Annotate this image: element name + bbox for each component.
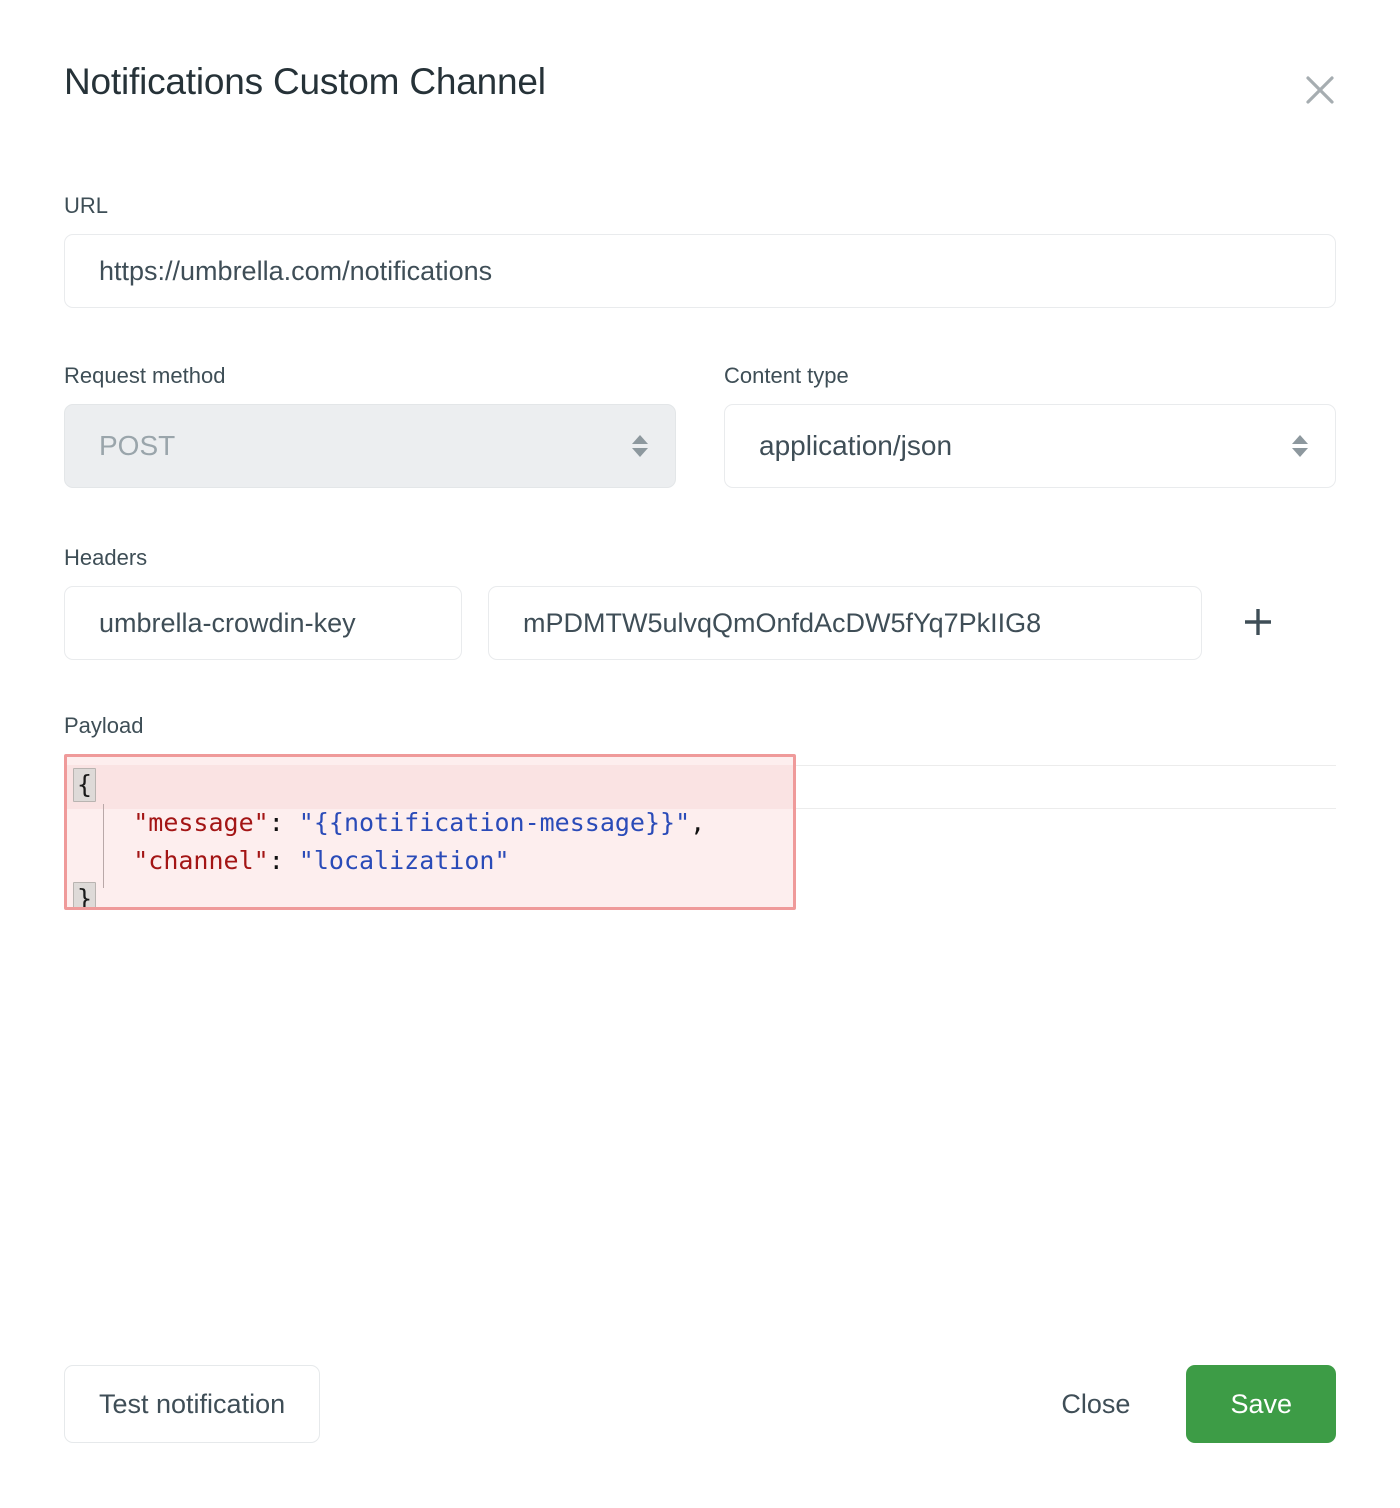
close-brace: } (73, 882, 96, 910)
payload-editor[interactable]: { "message": "{{notification-message}}",… (64, 754, 1336, 924)
close-icon (1303, 73, 1337, 107)
method-and-contenttype-row: Request method POST Content type applica… (64, 362, 1336, 488)
header-row (64, 586, 1336, 660)
payload-error-highlight[interactable]: { "message": "{{notification-message}}",… (64, 754, 796, 910)
payload-label: Payload (64, 712, 1336, 740)
content-type-select-wrap: application/json (724, 404, 1336, 488)
code-line-4: } (73, 880, 793, 910)
json-colon: : (269, 808, 299, 837)
code-line-3: "channel": "localization" (73, 842, 793, 880)
notifications-custom-channel-dialog: Notifications Custom Channel URL Request… (0, 0, 1400, 1508)
dialog-form: URL Request method POST Content type app… (64, 192, 1336, 924)
page-title: Notifications Custom Channel (64, 60, 1336, 104)
content-type-select[interactable]: application/json (724, 404, 1336, 488)
close-dialog-button[interactable]: Close (1035, 1365, 1156, 1443)
dialog-header: Notifications Custom Channel (64, 60, 1336, 132)
json-value: "localization" (299, 846, 510, 875)
url-input[interactable] (64, 234, 1336, 308)
json-comma: , (690, 808, 705, 837)
json-value: "{{notification-message}}" (299, 808, 690, 837)
add-header-button[interactable] (1234, 599, 1282, 647)
headers-label: Headers (64, 544, 1336, 572)
content-type-label: Content type (724, 362, 1336, 390)
payload-group: Payload { "message": "{{notification-mes… (64, 712, 1336, 924)
close-button[interactable] (1298, 68, 1342, 112)
headers-group: Headers (64, 544, 1336, 660)
code-line-2: "message": "{{notification-message}}", (73, 804, 793, 842)
json-colon: : (269, 846, 299, 875)
request-method-label: Request method (64, 362, 676, 390)
request-method-group: Request method POST (64, 362, 676, 488)
content-type-group: Content type application/json (724, 362, 1336, 488)
payload-code[interactable]: { "message": "{{notification-message}}",… (67, 757, 793, 910)
header-value-input[interactable] (488, 586, 1202, 660)
header-key-input[interactable] (64, 586, 462, 660)
code-line-1: { (73, 766, 793, 804)
save-button[interactable]: Save (1186, 1365, 1336, 1443)
test-notification-button[interactable]: Test notification (64, 1365, 320, 1443)
json-key: "channel" (133, 846, 268, 875)
footer-actions: Close Save (1035, 1365, 1336, 1443)
dialog-footer: Test notification Close Save (64, 1364, 1336, 1444)
open-brace: { (73, 768, 96, 802)
json-key: "message" (133, 808, 268, 837)
plus-icon (1240, 604, 1276, 643)
url-field-group: URL (64, 192, 1336, 308)
url-label: URL (64, 192, 1336, 220)
request-method-select-wrap: POST (64, 404, 676, 488)
request-method-select: POST (64, 404, 676, 488)
